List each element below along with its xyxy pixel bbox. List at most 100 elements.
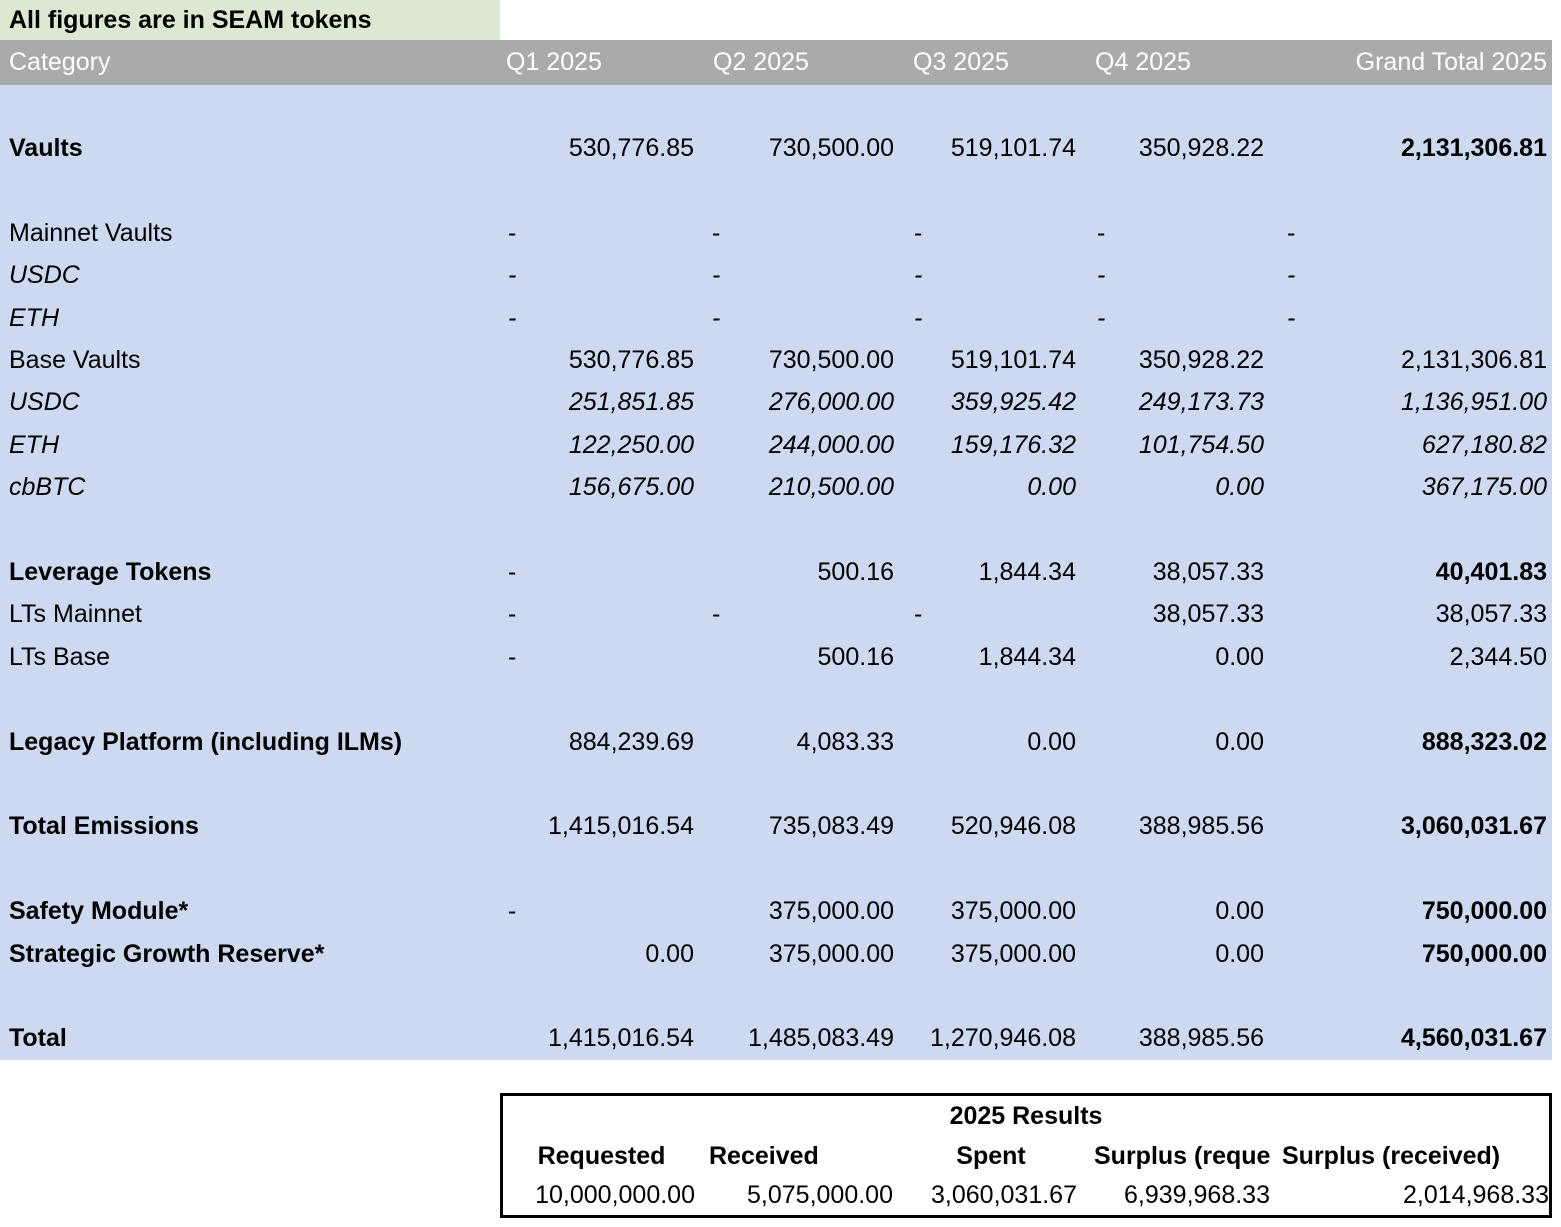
value-cell[interactable]: 4,560,031.67 bbox=[1270, 1026, 1552, 1051]
value-cell[interactable]: - bbox=[500, 602, 700, 627]
row-label-cell[interactable]: LTs Base bbox=[0, 644, 500, 670]
value-cell[interactable]: 2,131,306.81 bbox=[1270, 348, 1552, 373]
row-label-cell[interactable]: Legacy Platform (including ILMs) bbox=[0, 729, 500, 755]
value-cell[interactable]: 388,985.56 bbox=[1082, 1026, 1270, 1051]
value-cell[interactable]: 375,000.00 bbox=[700, 941, 900, 967]
value-cell[interactable]: - bbox=[500, 644, 700, 670]
value-cell[interactable]: - bbox=[1082, 305, 1270, 331]
value-cell[interactable]: 244,000.00 bbox=[700, 432, 900, 458]
value-cell[interactable]: 500.16 bbox=[700, 559, 900, 585]
results-value-cell[interactable]: 10,000,000.00 bbox=[503, 1183, 700, 1208]
value-cell[interactable]: 750,000.00 bbox=[1270, 899, 1552, 924]
value-cell[interactable]: 249,173.73 bbox=[1082, 390, 1270, 415]
value-cell[interactable]: 520,946.08 bbox=[900, 814, 1082, 839]
value-cell[interactable]: - bbox=[1270, 263, 1552, 288]
value-cell[interactable]: 1,485,083.49 bbox=[700, 1026, 900, 1051]
row-label-cell[interactable]: cbBTC bbox=[0, 475, 500, 500]
row-label-cell[interactable]: Total Emissions bbox=[0, 814, 500, 839]
value-cell[interactable]: 730,500.00 bbox=[700, 348, 900, 373]
value-cell[interactable]: 2,131,306.81 bbox=[1270, 136, 1552, 161]
value-cell[interactable]: - bbox=[900, 602, 1082, 627]
value-cell[interactable]: 3,060,031.67 bbox=[1270, 814, 1552, 839]
row-label-cell[interactable]: Safety Module* bbox=[0, 899, 500, 924]
row-label-cell[interactable]: Vaults bbox=[0, 136, 500, 161]
value-cell[interactable]: 0.00 bbox=[500, 941, 700, 967]
value-cell[interactable]: 1,415,016.54 bbox=[500, 814, 700, 839]
value-cell[interactable]: - bbox=[900, 305, 1082, 331]
row-label-cell[interactable]: ETH bbox=[0, 432, 500, 458]
row-label-cell[interactable]: ETH bbox=[0, 305, 500, 331]
value-cell[interactable]: 735,083.49 bbox=[700, 814, 900, 839]
value-cell[interactable]: 38,057.33 bbox=[1082, 559, 1270, 585]
value-cell[interactable]: 375,000.00 bbox=[900, 899, 1082, 924]
results-value-cell[interactable]: 2,014,968.33 bbox=[1270, 1183, 1549, 1208]
column-header-grand-total-2025[interactable]: Grand Total 2025 bbox=[1270, 48, 1552, 77]
value-cell[interactable]: 1,270,946.08 bbox=[900, 1026, 1082, 1051]
column-header-q3-2025[interactable]: Q3 2025 bbox=[900, 48, 1082, 77]
value-cell[interactable]: 1,844.34 bbox=[900, 559, 1082, 585]
value-cell[interactable]: 1,415,016.54 bbox=[500, 1026, 700, 1051]
column-header-category[interactable]: Category bbox=[0, 48, 500, 77]
value-cell[interactable]: 627,180.82 bbox=[1270, 432, 1552, 458]
value-cell[interactable]: 0.00 bbox=[1082, 941, 1270, 967]
value-cell[interactable]: - bbox=[500, 559, 700, 585]
column-header-q4-2025[interactable]: Q4 2025 bbox=[1082, 48, 1270, 77]
column-header-q1-2025[interactable]: Q1 2025 bbox=[500, 48, 700, 77]
value-cell[interactable]: - bbox=[500, 263, 700, 288]
value-cell[interactable]: - bbox=[500, 899, 700, 924]
value-cell[interactable]: 375,000.00 bbox=[900, 941, 1082, 967]
value-cell[interactable]: 38,057.33 bbox=[1082, 602, 1270, 627]
row-label-cell[interactable]: USDC bbox=[0, 390, 500, 415]
row-label-cell[interactable]: Strategic Growth Reserve* bbox=[0, 941, 500, 967]
value-cell[interactable]: 888,323.02 bbox=[1270, 729, 1552, 755]
value-cell[interactable]: 388,985.56 bbox=[1082, 814, 1270, 839]
row-label-cell[interactable]: Base Vaults bbox=[0, 348, 500, 373]
column-header-q2-2025[interactable]: Q2 2025 bbox=[700, 48, 900, 77]
value-cell[interactable]: 350,928.22 bbox=[1082, 136, 1270, 161]
value-cell[interactable]: 500.16 bbox=[700, 644, 900, 670]
value-cell[interactable]: 122,250.00 bbox=[500, 432, 700, 458]
value-cell[interactable]: 0.00 bbox=[1082, 729, 1270, 755]
results-value-cell[interactable]: 5,075,000.00 bbox=[700, 1183, 900, 1208]
results-value-cell[interactable]: 3,060,031.67 bbox=[900, 1183, 1082, 1208]
row-label-cell[interactable]: LTs Mainnet bbox=[0, 602, 500, 627]
value-cell[interactable]: 375,000.00 bbox=[700, 899, 900, 924]
value-cell[interactable]: 1,136,951.00 bbox=[1270, 390, 1552, 415]
value-cell[interactable]: - bbox=[1082, 263, 1270, 288]
value-cell[interactable]: 0.00 bbox=[1082, 475, 1270, 500]
value-cell[interactable]: 530,776.85 bbox=[500, 348, 700, 373]
value-cell[interactable]: 359,925.42 bbox=[900, 390, 1082, 415]
results-header-cell-surplus-requested[interactable]: Surplus (requested) bbox=[1082, 1144, 1270, 1169]
value-cell[interactable]: 276,000.00 bbox=[700, 390, 900, 415]
value-cell[interactable]: 367,175.00 bbox=[1270, 475, 1552, 500]
value-cell[interactable]: - bbox=[1270, 305, 1552, 331]
note-cell[interactable]: All figures are in SEAM tokens bbox=[0, 0, 500, 40]
value-cell[interactable]: - bbox=[700, 602, 900, 627]
value-cell[interactable]: - bbox=[900, 263, 1082, 288]
value-cell[interactable]: 251,851.85 bbox=[500, 390, 700, 415]
value-cell[interactable]: 730,500.00 bbox=[700, 136, 900, 161]
value-cell[interactable]: 2,344.50 bbox=[1270, 644, 1552, 670]
results-header-cell-received[interactable]: Received bbox=[700, 1143, 900, 1169]
value-cell[interactable]: 0.00 bbox=[900, 729, 1082, 755]
value-cell[interactable]: 210,500.00 bbox=[700, 475, 900, 500]
row-label-cell[interactable]: Total bbox=[0, 1026, 500, 1051]
value-cell[interactable]: - bbox=[900, 220, 1082, 246]
value-cell[interactable]: 40,401.83 bbox=[1270, 559, 1552, 585]
value-cell[interactable]: 884,239.69 bbox=[500, 729, 700, 755]
row-label-cell[interactable]: Leverage Tokens bbox=[0, 559, 500, 585]
value-cell[interactable]: 156,675.00 bbox=[500, 475, 700, 500]
value-cell[interactable]: - bbox=[500, 305, 700, 331]
value-cell[interactable]: 519,101.74 bbox=[900, 348, 1082, 373]
value-cell[interactable]: 101,754.50 bbox=[1082, 432, 1270, 458]
value-cell[interactable]: 38,057.33 bbox=[1270, 602, 1552, 627]
value-cell[interactable]: - bbox=[700, 263, 900, 288]
results-header-cell-spent[interactable]: Spent bbox=[900, 1143, 1082, 1169]
value-cell[interactable]: - bbox=[500, 220, 700, 246]
value-cell[interactable]: 0.00 bbox=[900, 475, 1082, 500]
value-cell[interactable]: 4,083.33 bbox=[700, 729, 900, 755]
results-value-cell[interactable]: 6,939,968.33 bbox=[1082, 1183, 1270, 1208]
value-cell[interactable]: - bbox=[700, 220, 900, 246]
results-header-cell-surplus-received[interactable]: Surplus (received) bbox=[1270, 1143, 1549, 1169]
value-cell[interactable]: 530,776.85 bbox=[500, 136, 700, 161]
